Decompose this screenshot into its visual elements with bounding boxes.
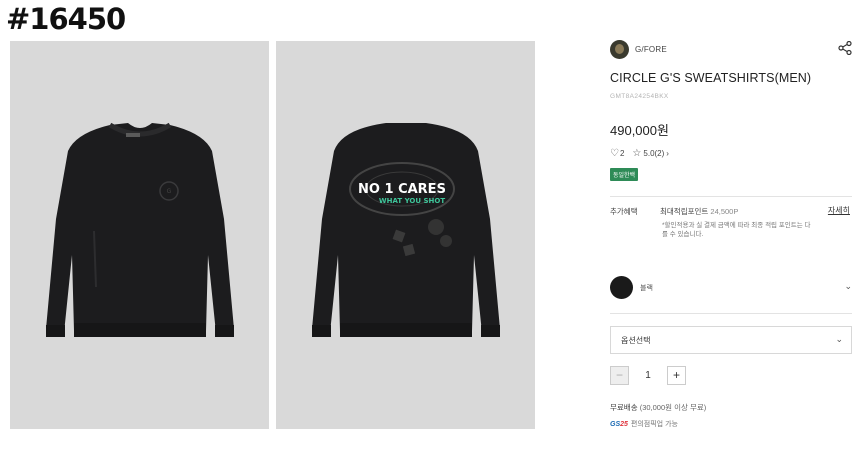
- pickup-text: 편의점픽업 가능: [630, 421, 678, 428]
- convenience-pickup: GS25 편의점픽업 가능: [610, 419, 852, 429]
- quantity-increase-button[interactable]: +: [667, 366, 686, 385]
- sweatshirt-back-illustration: NO 1 CARES WHAT YOU SHOT: [312, 123, 500, 337]
- product-image-front[interactable]: G: [10, 41, 269, 429]
- benefit-detail-link[interactable]: 자세히: [828, 205, 850, 216]
- quantity-value[interactable]: 1: [629, 370, 667, 381]
- shipping-info: 무료배송 (30,000원 이상 무료): [610, 402, 852, 413]
- product-image-back[interactable]: NO 1 CARES WHAT YOU SHOT: [276, 41, 535, 429]
- brand-name[interactable]: G/FORE: [635, 45, 667, 54]
- product-info-panel: G/FORE CIRCLE G'S SWEATSHIRTS(MEN) GMT8A…: [610, 38, 852, 429]
- points-value: 24,500P: [710, 207, 739, 216]
- product-title: CIRCLE G'S SWEATSHIRTS(MEN): [610, 71, 812, 85]
- likes-count: 2: [619, 149, 625, 158]
- brand-logo: [610, 39, 629, 59]
- share-icon[interactable]: [838, 41, 852, 55]
- sweatshirt-front-illustration: G: [46, 122, 234, 337]
- quantity-stepper: − 1 +: [610, 366, 852, 385]
- benefit-label: 추가혜택: [610, 207, 638, 216]
- svg-text:G: G: [167, 188, 172, 195]
- listing-id-overlay: #16450: [6, 2, 126, 36]
- back-print-line1: NO 1 CARES: [358, 182, 446, 197]
- shipping-condition: (30,000원 이상 무료): [639, 403, 707, 412]
- star-icon: ☆: [632, 148, 642, 159]
- option-select[interactable]: 옵션선택 ⌄: [610, 326, 852, 354]
- product-code: GMT8A24254BKX: [610, 93, 669, 100]
- chevron-right-icon[interactable]: ›: [666, 149, 669, 158]
- color-name: 블랙: [640, 285, 653, 292]
- divider: [610, 196, 852, 197]
- option-select-label: 옵션선택: [621, 336, 651, 345]
- benefit-section: 추가혜택 최대적립포인트 24,500P 자세히 *할인적용과 실 결제 금액에…: [610, 206, 852, 248]
- heart-icon[interactable]: ♡: [610, 148, 619, 159]
- color-swatch[interactable]: [610, 276, 633, 299]
- product-stats: ♡ 2 ☆ 5.0 (2) ›: [610, 148, 852, 159]
- points-label: 최대적립포인트: [660, 207, 709, 216]
- product-price: 490,000원: [610, 123, 669, 138]
- status-badge: 동일한백: [610, 168, 639, 181]
- gs25-logo: GS25: [610, 420, 628, 428]
- chevron-down-icon[interactable]: ⌄: [844, 281, 852, 292]
- chevron-down-icon: ⌄: [835, 334, 843, 344]
- benefit-note: *할인적용과 실 결제 금액에 따라 최종 적립 포인트는 다를 수 있습니다.: [662, 222, 811, 238]
- rating-value: 5.0: [643, 149, 655, 158]
- brand-row[interactable]: G/FORE: [610, 38, 852, 60]
- benefit-points: 최대적립포인트 24,500P: [660, 206, 738, 217]
- reviews-count[interactable]: (2): [655, 149, 665, 158]
- back-print-line2: WHAT YOU SHOT: [379, 197, 445, 205]
- shipping-label: 무료배송: [610, 403, 638, 412]
- quantity-decrease-button[interactable]: −: [610, 366, 629, 385]
- color-option[interactable]: 블랙 ⌄: [610, 276, 852, 314]
